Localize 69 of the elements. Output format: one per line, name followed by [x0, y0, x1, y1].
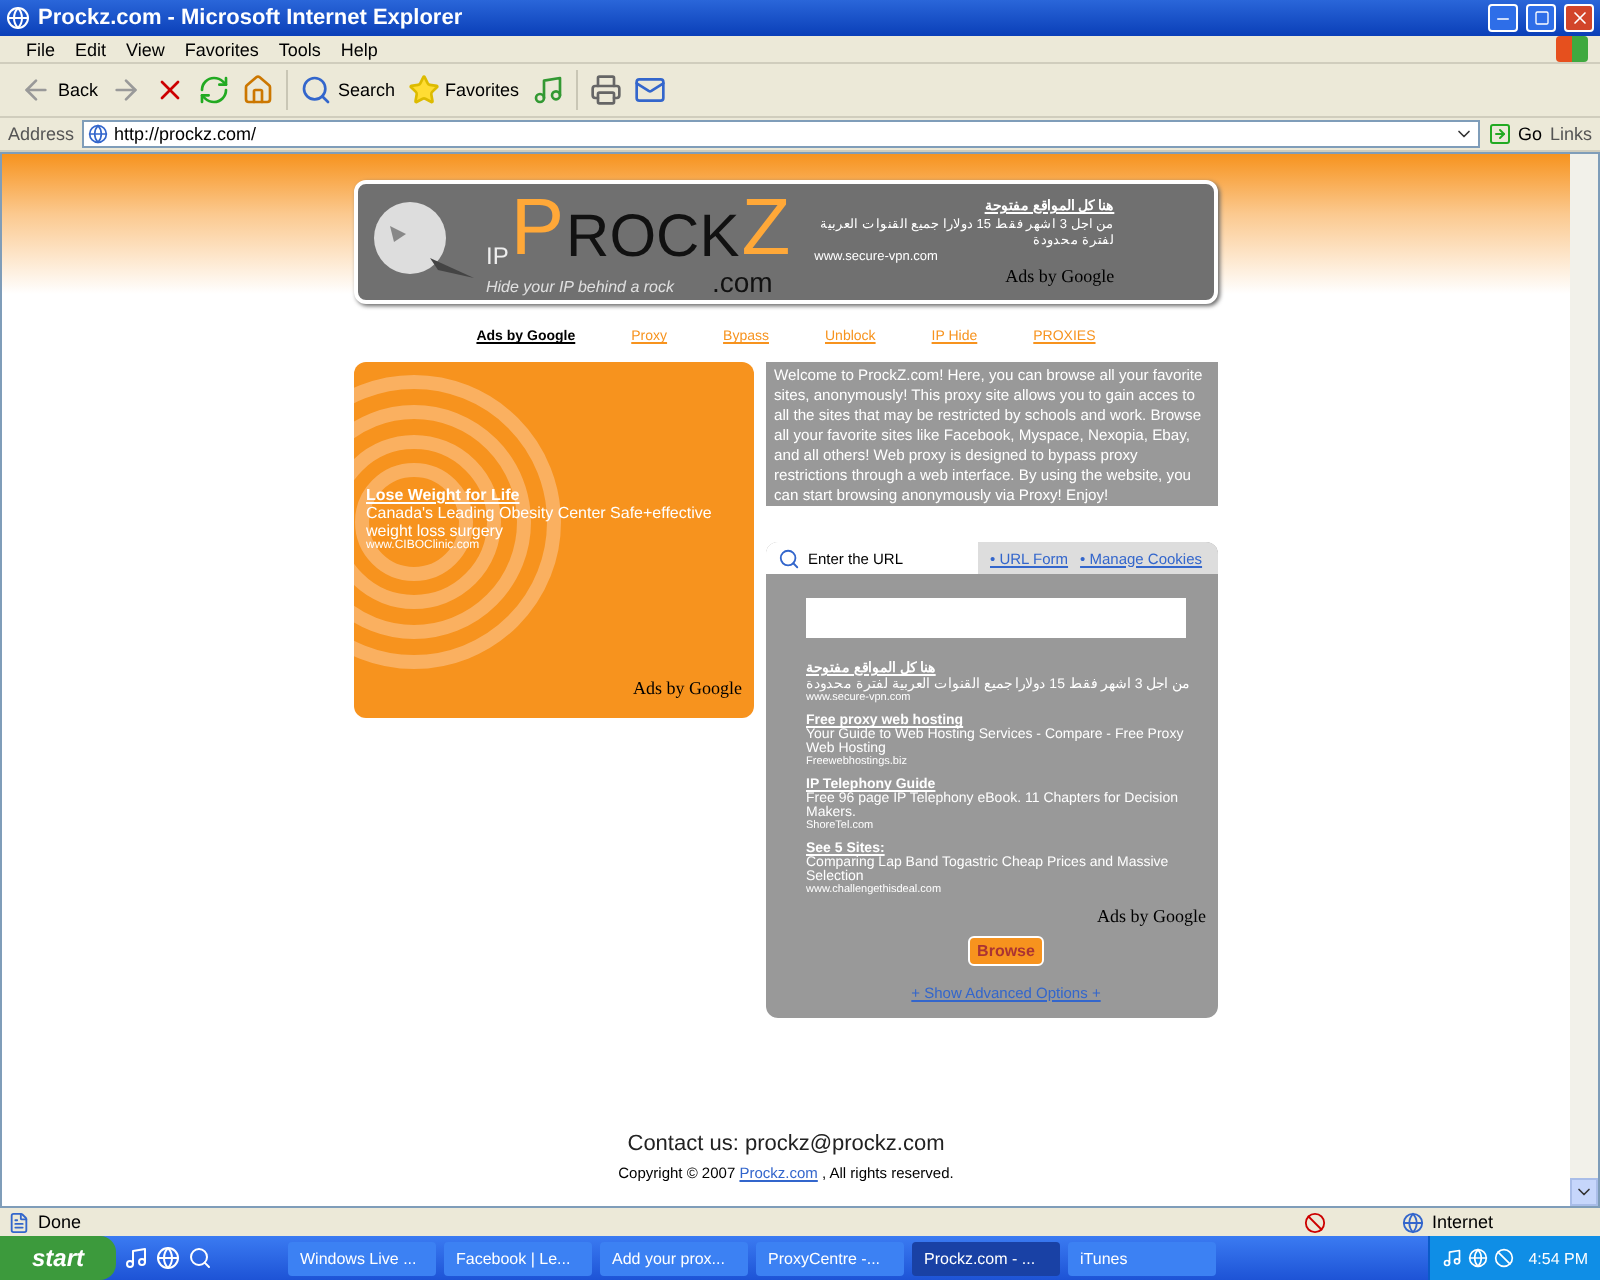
taskbar-button[interactable]: Windows Live ...: [288, 1241, 436, 1275]
mail-button[interactable]: [633, 74, 666, 106]
refresh-button[interactable]: [198, 74, 231, 106]
printer-icon: [589, 74, 622, 106]
window-title: Prockz.com - Microsoft Internet Explorer: [38, 6, 465, 30]
blocked-icon: [1304, 1211, 1326, 1233]
maximize-button[interactable]: [1526, 4, 1556, 32]
tray-icon: [1468, 1248, 1489, 1268]
search-icon: [778, 547, 800, 569]
tray-icon: [1494, 1248, 1515, 1268]
taskbar-button[interactable]: ProxyCentre -...: [756, 1241, 904, 1275]
taskbar-button[interactable]: Prockz.com - ...: [912, 1241, 1060, 1275]
music-icon: [531, 74, 564, 106]
taskbar-button[interactable]: iTunes: [1068, 1241, 1216, 1275]
minimize-button[interactable]: [1488, 4, 1518, 32]
ad-title[interactable]: Lose Weight for Life: [366, 486, 742, 504]
menu-item[interactable]: View: [116, 39, 175, 59]
taskbar-button[interactable]: Facebook | Le...: [444, 1241, 592, 1275]
logo-text: ROCK: [566, 208, 740, 268]
status-text: Done: [38, 1212, 84, 1232]
globe-icon: [1402, 1211, 1424, 1233]
quick-launch-icon: [156, 1246, 180, 1270]
home-icon: [242, 74, 275, 106]
search-button[interactable]: Search: [300, 74, 396, 106]
menu-item[interactable]: Tools: [268, 39, 331, 59]
taskbar-button[interactable]: Add your prox...: [600, 1241, 748, 1275]
logo-text: Z: [741, 188, 791, 268]
zone-text: Internet: [1432, 1212, 1496, 1232]
page-icon: [8, 1211, 30, 1233]
address-label: Address: [8, 124, 75, 144]
menu-item[interactable]: Edit: [65, 39, 117, 59]
ads-by-google-label: Ads by Google: [1005, 266, 1115, 286]
menu-item[interactable]: Favorites: [174, 39, 269, 59]
browse-button[interactable]: Browse: [967, 936, 1045, 966]
print-button[interactable]: [589, 74, 622, 106]
go-button[interactable]: Go: [1487, 122, 1542, 146]
tray-icon: [1442, 1248, 1463, 1268]
refresh-icon: [198, 74, 231, 106]
ads-by-google-label: Ads by Google: [633, 678, 742, 698]
favorites-button[interactable]: Favorites: [407, 74, 520, 106]
quick-launch-icon: [124, 1246, 148, 1270]
windows-flag-icon: [1556, 36, 1588, 62]
menu-item[interactable]: File: [16, 39, 66, 59]
logo-text: P: [510, 188, 565, 268]
scroll-down-button[interactable]: [1570, 1178, 1598, 1206]
mail-icon: [633, 74, 666, 106]
close-button[interactable]: [1564, 4, 1594, 32]
logo-prefix: IP: [486, 244, 509, 268]
logo-tagline: Hide your IP behind a rock: [486, 278, 674, 296]
search-icon: [300, 74, 333, 106]
browser-icon: [6, 6, 30, 30]
menu-item[interactable]: Help: [330, 39, 388, 59]
ads-by-google-label: Ads by Google: [1097, 906, 1206, 926]
quick-launch-icon: [188, 1246, 212, 1270]
ad-text: Canada's Leading Obesity Center Safe+effective weight loss surgery: [366, 504, 714, 540]
logo-suffix: .com: [711, 268, 773, 296]
page-globe-icon: [88, 124, 109, 144]
contact-text: Contact us: prockz@prockz.com: [627, 1132, 945, 1156]
start-button[interactable]: start: [0, 1236, 116, 1280]
star-icon: [407, 74, 440, 106]
maximize-icon: [1533, 10, 1549, 26]
url-input[interactable]: [806, 598, 1186, 638]
close-icon: [1569, 8, 1589, 28]
home-button[interactable]: [242, 74, 275, 106]
address-field[interactable]: http://prockz.com/: [82, 120, 1480, 148]
links-label: Links: [1549, 124, 1592, 144]
clock: 4:54 PM: [1528, 1249, 1588, 1267]
back-button[interactable]: Back: [20, 74, 99, 106]
media-button[interactable]: [531, 74, 564, 106]
